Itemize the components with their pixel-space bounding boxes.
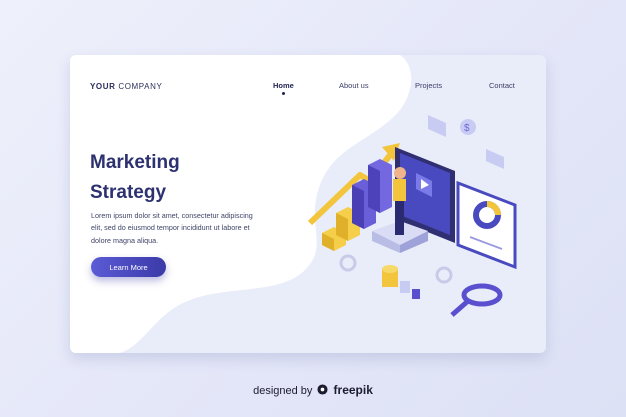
footer-credit: designed by freepik (0, 383, 626, 397)
coins-icon (382, 265, 420, 299)
mail-icon (486, 149, 504, 169)
footer-prefix: designed by (253, 385, 313, 397)
dollar-icon: $ (460, 119, 476, 135)
footer-brand: freepik (333, 383, 373, 397)
magnifier-icon (450, 283, 503, 317)
svg-text:$: $ (464, 123, 470, 134)
marketing-illustration: $ (307, 115, 517, 317)
freepik-logo-icon (317, 384, 329, 395)
chat-bubble-icon (428, 115, 446, 137)
landing-page-card: YOUR COMPANY Home About us Projects Cont… (70, 55, 546, 353)
